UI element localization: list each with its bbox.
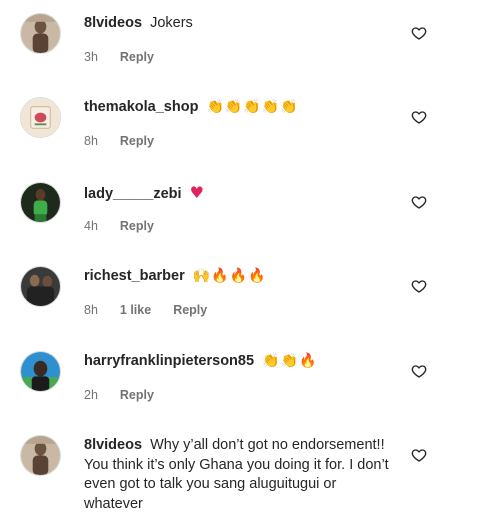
likes-count[interactable]: 1 like [120,303,151,317]
comment-meta: 4h Reply [84,219,154,233]
comment-meta: 8h 1 like Reply [84,303,207,317]
comment-username[interactable]: richest_barber [84,268,185,284]
comment-body: richest_barber 🙌🔥🔥🔥 [84,267,394,287]
comment-emoji: 👏👏👏👏👏 [206,99,299,115]
like-heart-icon[interactable] [411,194,427,210]
reply-button[interactable]: Reply [120,50,154,64]
comment-emoji: ♥ [189,183,205,202]
comment-time: 2h [84,388,98,402]
comment-time: 8h [84,303,98,317]
like-heart-icon[interactable] [411,278,427,294]
comment-body: lady_____zebi ♥ [84,183,394,205]
like-heart-icon[interactable] [411,25,427,41]
comment-body: 8lvideos Jokers [84,14,394,34]
comment-username[interactable]: harryfranklinpieterson85 [84,353,254,369]
avatar[interactable] [20,266,61,307]
comment-text: Jokers [150,15,193,31]
comment-emoji: 👏👏🔥 [262,353,318,369]
comment-emoji: 🙌🔥🔥🔥 [192,268,267,284]
avatar[interactable] [20,182,61,223]
like-heart-icon[interactable] [411,363,427,379]
comment-body: themakola_shop 👏👏👏👏👏 [84,98,394,118]
comment-username[interactable]: lady_____zebi [84,186,182,202]
comment-meta: 2h Reply [84,388,154,402]
comments-list: 8lvideos Jokers 3h Reply themakola_shop … [0,0,480,522]
avatar[interactable] [20,351,61,392]
reply-button[interactable]: Reply [120,134,154,148]
comment-meta: 3h Reply [84,50,154,64]
comment-time: 3h [84,50,98,64]
comment-username[interactable]: 8lvideos [84,437,142,453]
avatar[interactable] [20,13,61,54]
comment-username[interactable]: 8lvideos [84,15,142,31]
reply-button[interactable]: Reply [120,219,154,233]
comment-body: 8lvideos Why y’all don’t got no endorsem… [84,436,394,514]
reply-button[interactable]: Reply [120,388,154,402]
avatar[interactable] [20,435,61,476]
comment-meta: 8h Reply [84,134,154,148]
like-heart-icon[interactable] [411,109,427,125]
comment-body: harryfranklinpieterson85 👏👏🔥 [84,352,394,372]
reply-button[interactable]: Reply [173,303,207,317]
comment-time: 8h [84,134,98,148]
avatar[interactable] [20,97,61,138]
comment-username[interactable]: themakola_shop [84,99,198,115]
like-heart-icon[interactable] [411,447,427,463]
comment-time: 4h [84,219,98,233]
